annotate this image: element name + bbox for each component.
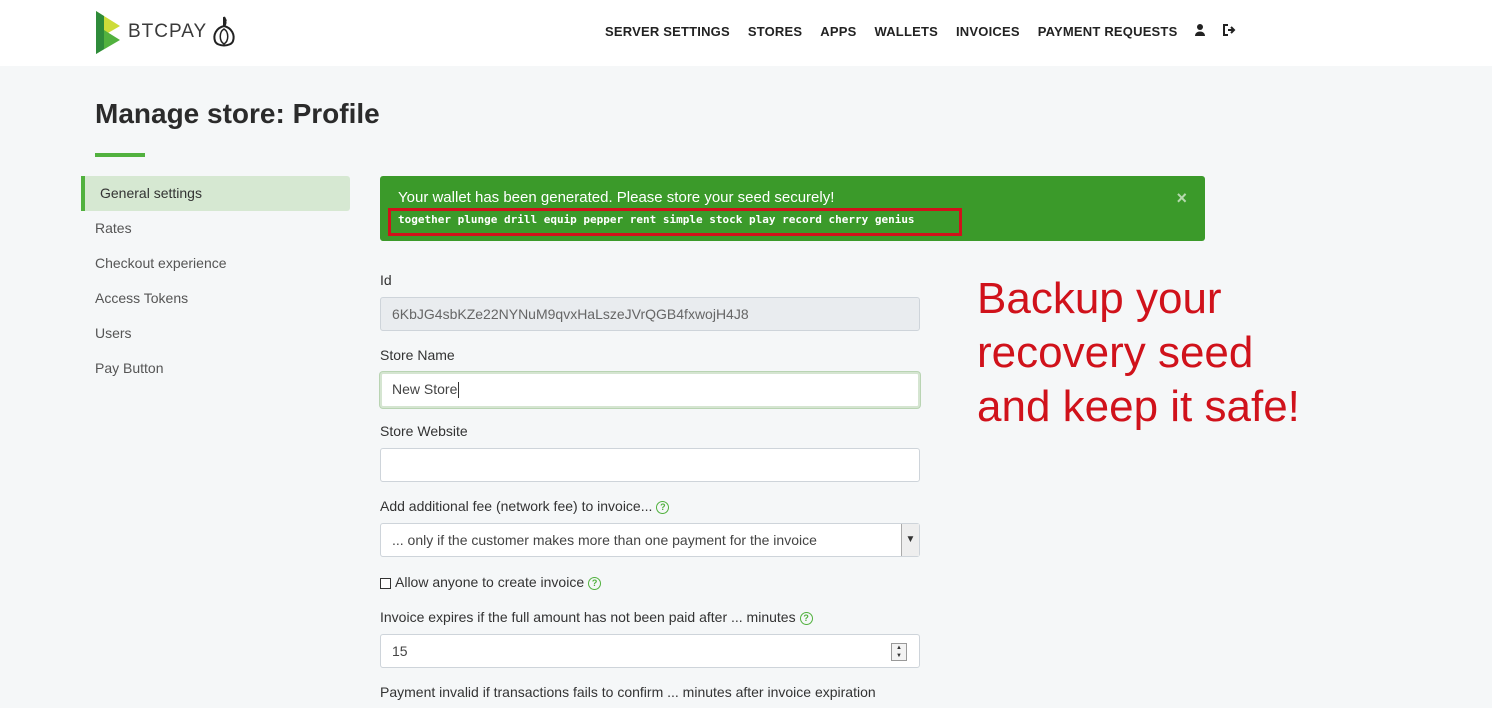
help-icon[interactable]: ? — [588, 576, 602, 590]
main-nav: SERVER SETTINGS STORES APPS WALLETS INVO… — [605, 24, 1236, 39]
sidebar-item-users[interactable]: Users — [81, 316, 350, 351]
network-fee-selected: ... only if the customer makes more than… — [392, 532, 817, 548]
sidebar-item-access-tokens[interactable]: Access Tokens — [81, 281, 350, 316]
nav-payment-requests[interactable]: PAYMENT REQUESTS — [1038, 24, 1178, 39]
annotation-line-3: and keep it safe! — [977, 382, 1300, 431]
allow-anyone-label: Allow anyone to create invoice — [395, 574, 585, 590]
help-icon[interactable]: ? — [799, 611, 813, 625]
nav-wallets[interactable]: WALLETS — [874, 24, 938, 39]
network-fee-label: Add additional fee (network fee) to invo… — [380, 498, 670, 514]
payment-invalid-label: Payment invalid if transactions fails to… — [380, 684, 876, 700]
logout-icon[interactable] — [1223, 24, 1236, 39]
tor-onion-icon — [213, 16, 235, 47]
store-name-value: New Store — [392, 381, 458, 397]
allow-anyone-checkbox[interactable] — [380, 577, 391, 589]
store-website-label: Store Website — [380, 423, 468, 439]
help-icon[interactable]: ? — [656, 500, 670, 514]
recovery-seed: together plunge drill equip pepper rent … — [398, 213, 915, 226]
alert-message: Your wallet has been generated. Please s… — [398, 189, 835, 206]
page-title: Manage store: Profile — [95, 98, 380, 129]
store-id-field[interactable]: 6KbJG4sbKZe22NYNuM9qvxHaLszeJVrQGB4fxwoj… — [380, 297, 920, 331]
nav-server-settings[interactable]: SERVER SETTINGS — [605, 24, 730, 39]
nav-stores[interactable]: STORES — [748, 24, 802, 39]
brand-name: BTCPAY — [128, 21, 208, 42]
store-website-input[interactable] — [380, 448, 920, 482]
store-name-input[interactable]: New Store — [380, 372, 920, 408]
nav-apps[interactable]: APPS — [820, 24, 856, 39]
number-stepper[interactable]: ▲ ▼ — [891, 643, 907, 661]
btcpay-logo[interactable]: BTCPAY — [94, 9, 207, 55]
backup-annotation: Backup your recovery seed and keep it sa… — [977, 272, 1337, 434]
text-caret — [458, 382, 460, 399]
sidebar-item-pay-button[interactable]: Pay Button — [81, 351, 350, 386]
annotation-line-2: recovery seed — [977, 328, 1254, 377]
title-underline — [95, 153, 145, 157]
invoice-expires-label-text: Invoice expires if the full amount has n… — [380, 609, 796, 625]
invoice-expiration-input[interactable]: 15 ▲ ▼ — [380, 634, 920, 668]
id-label: Id — [380, 272, 392, 288]
store-name-label: Store Name — [380, 347, 455, 363]
nav-invoices[interactable]: INVOICES — [956, 24, 1020, 39]
store-settings-sidebar: General settings Rates Checkout experien… — [81, 176, 350, 386]
wallet-generated-alert: Your wallet has been generated. Please s… — [380, 176, 1205, 241]
invoice-expiration-value: 15 — [392, 643, 408, 659]
annotation-line-1: Backup your — [977, 274, 1222, 323]
sidebar-item-checkout-experience[interactable]: Checkout experience — [81, 246, 350, 281]
network-fee-label-text: Add additional fee (network fee) to invo… — [380, 498, 653, 514]
top-navbar: BTCPAY SERVER SETTINGS STORES APPS WALLE… — [0, 0, 1492, 66]
chevron-down-icon[interactable]: ▼ — [901, 524, 919, 556]
sidebar-item-rates[interactable]: Rates — [81, 211, 350, 246]
user-icon[interactable] — [1195, 24, 1206, 39]
close-icon[interactable]: × — [1176, 188, 1187, 209]
allow-anyone-row: Allow anyone to create invoice? — [380, 574, 602, 590]
btcpay-logo-icon — [96, 11, 120, 54]
sidebar-item-general-settings[interactable]: General settings — [81, 176, 350, 211]
network-fee-select[interactable]: ... only if the customer makes more than… — [380, 523, 920, 557]
invoice-expires-label: Invoice expires if the full amount has n… — [380, 609, 813, 625]
